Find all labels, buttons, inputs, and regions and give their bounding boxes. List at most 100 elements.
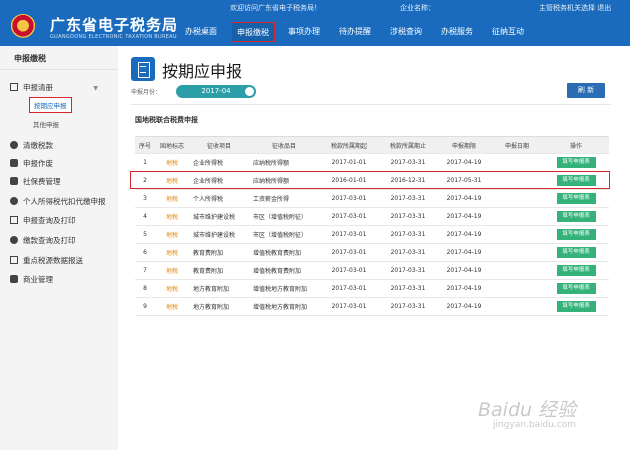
sidebar-item-personal-tax[interactable]: 个人所得税代扣代缴申报 [10,196,106,207]
fill-form-button[interactable]: 填写申报表 [556,229,596,240]
page-title: 按期应申报 [162,62,243,81]
nav-tab-interaction[interactable]: 征纳互动 [486,22,530,42]
cell-deadline: 2017-04-19 [437,207,491,226]
divider [131,104,611,105]
col-header-item: 征收项目 [189,136,249,154]
col-header-action: 操作 [543,136,609,154]
fill-form-button[interactable]: 填写申报表 [556,193,596,204]
fill-form-button[interactable]: 填写申报表 [556,157,596,168]
cell-date [491,153,543,172]
nav-tab-declare-pay[interactable]: 申报缴税 [231,22,275,42]
cell-end: 2017-03-31 [379,279,437,298]
fill-form-button[interactable]: 填写申报表 [556,301,596,312]
sidebar-item-social-security[interactable]: 社保费管理 [10,176,61,187]
cell-start: 2017-03-01 [319,189,379,208]
welcome-text: 欢迎访问广东省电子税务局！ [230,4,321,12]
table-row: 8 地税 地方教育附加 增值税地方教育附加 2017-03-01 2017-03-31 20… [135,279,609,298]
declare-table: 序号 国地标志 征收项目 征收品目 税款所属期起 税款所属期止 申报期限 申报日… [135,136,609,316]
chevron-down-icon: ▼ [93,85,99,92]
fill-form-button[interactable]: 填写申报表 [556,265,596,276]
cell-date [491,243,543,262]
table-row: 6 地税 教育费附加 增值税教育费附加 2017-03-01 2017-03-31 2017… [135,243,609,262]
cell-date [491,279,543,298]
info-bar: 欢迎访问广东省电子税务局！ 企业名称： 主管税务机关选择 退出 [0,0,630,14]
table-row: 2 地税 企业所得税 应纳税所得额 2016-01-01 2016-12-31 2017-0… [135,171,609,190]
void-icon [10,159,18,167]
site-name: 广东省电子税务局 [50,16,179,34]
sidebar-item-payment-query[interactable]: 缴款查询及打印 [10,235,76,246]
sidebar-item-tax-source[interactable]: 重点税源数据报送 [10,255,83,266]
sidebar-item-declare-query[interactable]: 申报查询及打印 [10,215,76,226]
cell-date [491,261,543,280]
cell-action: 填写申报表 [543,243,609,262]
col-header-date: 申报日期 [491,136,543,154]
cell-end: 2017-03-31 [379,153,437,172]
cell-start: 2017-03-01 [319,261,379,280]
cell-end: 2017-03-31 [379,261,437,280]
cell-item: 地方教育附加 [189,297,249,316]
cell-tag: 地税 [155,261,189,280]
nav-tab-desktop[interactable]: 办税桌面 [178,22,224,42]
user-info[interactable]: 主管税务机关选择 退出 [539,3,611,13]
cell-start: 2017-03-01 [319,225,379,244]
cell-deadline: 2017-05-31 [437,171,491,190]
sidebar-sub-periodic-declare[interactable]: 按期应申报 [29,97,72,113]
cell-deadline: 2017-04-19 [437,297,491,316]
sidebar-group-declare-list[interactable]: 申报清册 ▼ [10,82,98,93]
col-header-sub: 征收品目 [249,136,319,154]
nav-tab-affairs[interactable]: 事项办理 [282,22,326,42]
cell-no: 9 [135,297,155,316]
cell-sub: 增值税教育费附加 [249,261,319,280]
cell-action: 填写申报表 [543,279,609,298]
cell-start: 2017-01-01 [319,153,379,172]
sidebar-item-declare-void[interactable]: 申报作废 [10,158,53,169]
sidebar-title: 申报缴税 [0,46,118,70]
table-row: 1 地税 企业所得税 应纳税所得额 2017-01-01 2017-03-31 2017-0… [135,153,609,172]
fill-form-button[interactable]: 填写申报表 [556,247,596,258]
site-name-en: GUANGDONG ELECTRONIC TAXATION BUREAU [50,34,177,40]
cell-action: 填写申报表 [543,225,609,244]
cell-no: 3 [135,189,155,208]
sidebar-sub-other-declare[interactable]: 其他申报 [33,119,59,129]
shop-icon [10,275,18,283]
period-label: 申报月份： [131,89,162,96]
table-row: 7 地税 教育费附加 增值税教育费附加 2017-03-01 2017-03-31 2017… [135,261,609,280]
cell-date [491,171,543,190]
sidebar-item-commerce[interactable]: 商业管理 [10,274,53,285]
nav-tab-todo[interactable]: 待办提醒 [333,22,377,42]
cell-date [491,297,543,316]
cell-action: 填写申报表 [543,261,609,280]
cell-no: 7 [135,261,155,280]
watermark-url: jingyan.baidu.com [493,420,577,430]
cell-action: 填写申报表 [543,153,609,172]
section-title: 国地税联合税费申报 [135,116,198,124]
cell-deadline: 2017-04-19 [437,261,491,280]
report-icon [10,256,18,264]
cell-item: 城市维护建设税 [189,207,249,226]
cell-tag: 地税 [155,279,189,298]
cell-sub: 增值税教育费附加 [249,243,319,262]
cell-deadline: 2017-04-19 [437,153,491,172]
nav-tab-query[interactable]: 涉税查询 [384,22,428,42]
fill-form-button[interactable]: 填写申报表 [556,175,596,186]
fill-form-button[interactable]: 填写申报表 [556,283,596,294]
cell-end: 2017-03-31 [379,189,437,208]
cell-end: 2016-12-31 [379,171,437,190]
sidebar-item-pay-tax[interactable]: 清缴税款 [10,140,53,151]
cell-sub: 增值税地方教育附加 [249,279,319,298]
cell-date [491,207,543,226]
cell-date [491,189,543,208]
cell-start: 2016-01-01 [319,171,379,190]
table-row: 4 地税 城市维护建设税 市区（增值税附征） 2017-03-01 2017-03-31 2… [135,207,609,226]
refresh-button[interactable]: 刷 新 [567,83,605,98]
cell-deadline: 2017-04-19 [437,225,491,244]
nav-tab-service[interactable]: 办税服务 [435,22,479,42]
period-selector[interactable]: 2017-04 [176,85,256,98]
document-icon [10,83,18,91]
cell-item: 教育费附加 [189,243,249,262]
col-header-no: 序号 [135,136,155,154]
fill-form-button[interactable]: 填写申报表 [556,211,596,222]
cell-sub: 应纳税所得额 [249,171,319,190]
cell-date [491,225,543,244]
cell-item: 教育费附加 [189,261,249,280]
